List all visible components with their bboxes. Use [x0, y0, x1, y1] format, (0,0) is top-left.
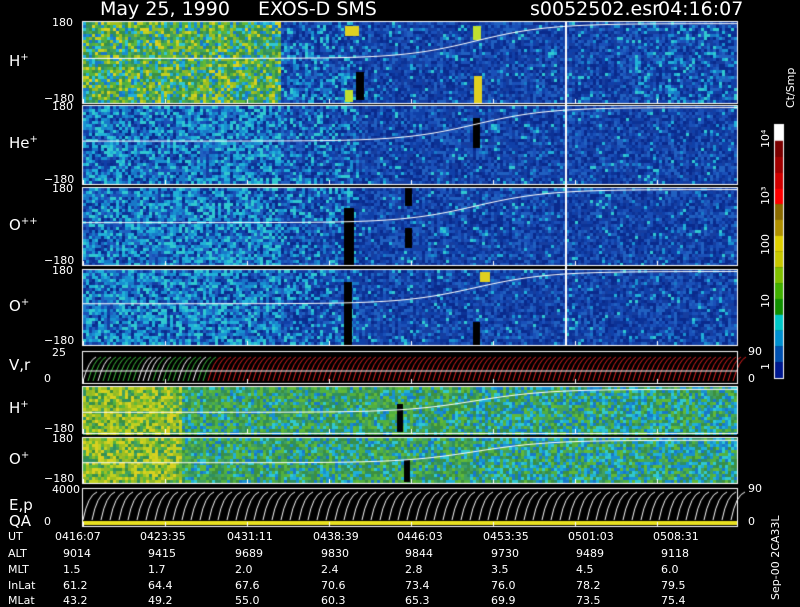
colorbar-tick: 10: [759, 294, 772, 308]
right-tick-bottom: 0: [748, 515, 755, 528]
footer-cell: 76.0: [491, 579, 516, 592]
panel-label-charge: +: [20, 51, 29, 63]
footer-cell: 9014: [63, 547, 91, 560]
panel-label-charge: +: [20, 296, 30, 308]
y-tick-top: 180: [52, 432, 73, 445]
footer-cell: 0508:31: [653, 530, 699, 543]
header-instrument: EXOS-D SMS: [258, 0, 377, 20]
footer-cell: 1.5: [63, 563, 81, 576]
y-tick-top: 4000: [52, 483, 80, 496]
footer-cell: 0423:35: [140, 530, 186, 543]
colorbar-tick: 100: [759, 234, 772, 255]
footer-cell: 0431:11: [227, 530, 273, 543]
footer-cell: 2.4: [321, 563, 339, 576]
colorbar-tick: 10³: [759, 186, 772, 205]
footer-cell: 0438:39: [313, 530, 359, 543]
footer-cell: 67.6: [235, 579, 260, 592]
footer-cell: 60.3: [321, 594, 346, 607]
colorbar-tick: 10⁴: [759, 129, 772, 148]
side-note: Sep-00 2CA33L: [769, 515, 782, 600]
panel-label-charge: ++: [20, 215, 38, 227]
y-tick-bottom: −180: [44, 334, 75, 347]
footer-cell: 43.2: [63, 594, 88, 607]
panel-label: H+: [9, 399, 29, 417]
footer-cell: 70.6: [321, 579, 346, 592]
right-tick-bottom: 0: [748, 372, 755, 385]
footer-row-label: ALT: [8, 547, 27, 560]
footer-cell: 4.5: [576, 563, 594, 576]
footer-cell: 0501:03: [568, 530, 614, 543]
footer-row-label: InLat: [8, 579, 36, 592]
footer-cell: 73.5: [576, 594, 601, 607]
footer-cell: 0416:07: [55, 530, 101, 543]
y-tick-top: 180: [52, 100, 73, 113]
footer-cell: 3.5: [491, 563, 509, 576]
panel-label: O++: [9, 215, 38, 234]
footer-cell: 0453:35: [483, 530, 529, 543]
footer-cell: 69.9: [491, 594, 516, 607]
panel-label: O+: [9, 296, 30, 315]
colorbar-unit: Ct/Smp: [784, 67, 797, 108]
header-date: May 25, 1990: [100, 0, 230, 20]
panel-label-charge: +: [29, 134, 38, 145]
footer-cell: 2.8: [405, 563, 423, 576]
footer-cell: 0446:03: [397, 530, 443, 543]
footer-cell: 61.2: [63, 579, 88, 592]
y-tick-top: 180: [52, 264, 73, 277]
footer-row-label: UT: [8, 530, 23, 543]
y-tick-top: 25: [52, 346, 66, 359]
y-tick-top: 180: [52, 182, 73, 195]
panel-label: E,p: [9, 495, 33, 514]
footer-cell: 2.0: [235, 563, 253, 576]
y-tick-bottom: 0: [44, 515, 51, 528]
spectrogram-canvas: [0, 0, 800, 600]
colorbar-tick: 1: [759, 363, 772, 370]
footer-cell: 9844: [405, 547, 433, 560]
panel-label-charge: +: [20, 399, 29, 410]
panel-label: O+: [9, 449, 30, 468]
right-tick-top: 90: [748, 345, 762, 358]
footer-cell: 1.7: [148, 563, 166, 576]
panel-label: H+: [9, 51, 29, 70]
footer-cell: 9830: [321, 547, 349, 560]
footer-cell: 9118: [661, 547, 689, 560]
footer-cell: 49.2: [148, 594, 173, 607]
footer-cell: 79.5: [661, 579, 686, 592]
footer-cell: 73.4: [405, 579, 430, 592]
panel-label: V,r: [9, 355, 31, 374]
footer-cell: 65.3: [405, 594, 430, 607]
footer-cell: 55.0: [235, 594, 260, 607]
footer-cell: 9730: [491, 547, 519, 560]
footer-cell: 6.0: [661, 563, 679, 576]
footer-row-label: MLat: [8, 594, 35, 607]
header-file: s0052502.esr: [530, 0, 660, 20]
footer-cell: 9489: [576, 547, 604, 560]
footer-cell: 75.4: [661, 594, 686, 607]
panel-label-qa: QA: [9, 512, 32, 530]
header-time: 04:16:07: [658, 0, 744, 20]
panel-label-charge: +: [20, 449, 30, 461]
footer-row-label: MLT: [8, 563, 29, 576]
footer-cell: 78.2: [576, 579, 601, 592]
y-tick-top: 180: [52, 16, 73, 29]
panel-label: He+: [9, 134, 38, 152]
footer-cell: 9415: [148, 547, 176, 560]
footer-cell: 9689: [235, 547, 263, 560]
footer-cell: 64.4: [148, 579, 173, 592]
y-tick-bottom: 0: [44, 372, 51, 385]
right-tick-top: 90: [748, 482, 762, 495]
